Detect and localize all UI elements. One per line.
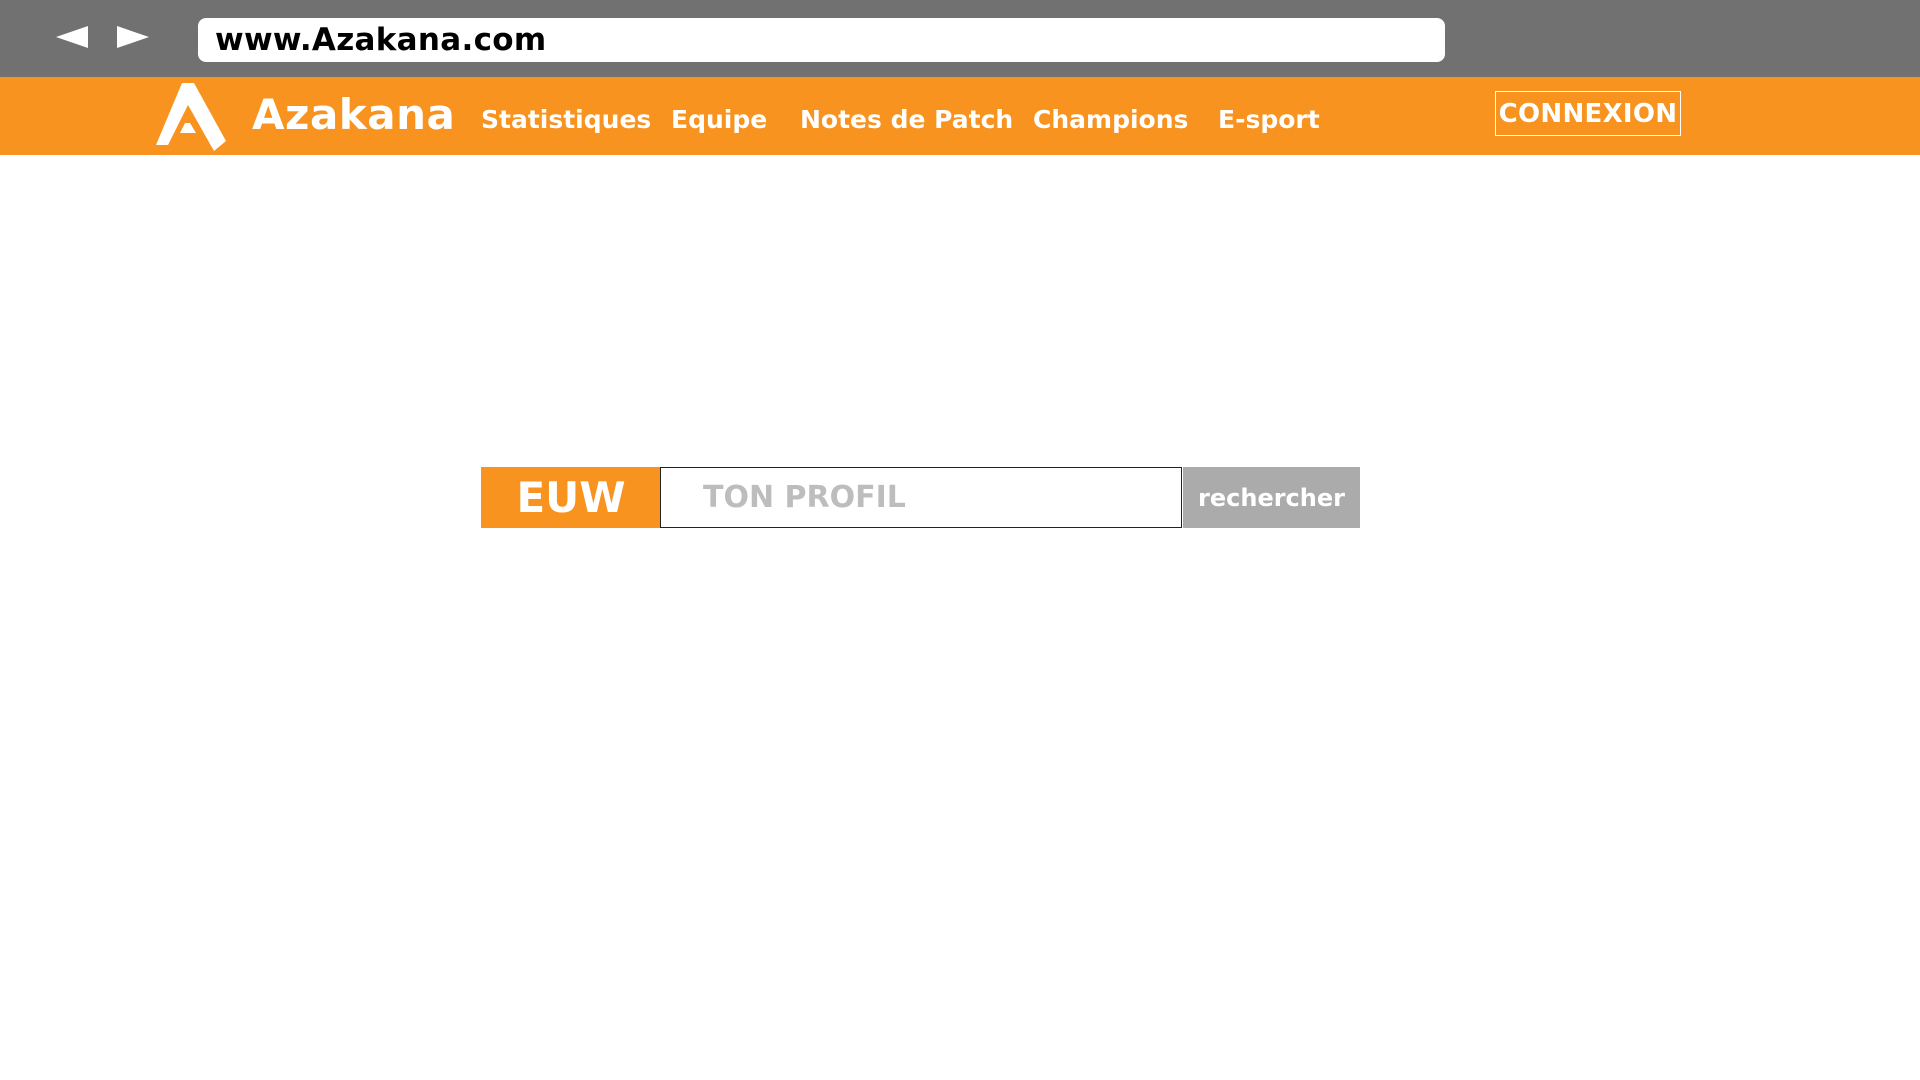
- address-bar[interactable]: www.Azakana.com: [198, 18, 1445, 62]
- back-arrow-icon[interactable]: [56, 26, 88, 48]
- region-selector[interactable]: EUW: [481, 467, 661, 528]
- forward-arrow-icon[interactable]: [117, 26, 149, 48]
- login-button[interactable]: CONNEXION: [1495, 91, 1681, 136]
- nav-link-statistiques[interactable]: Statistiques: [481, 105, 651, 134]
- nav-link-notes-de-patch[interactable]: Notes de Patch: [800, 105, 1013, 134]
- profile-search-input[interactable]: [660, 467, 1182, 528]
- url-text: www.Azakana.com: [215, 22, 547, 58]
- azakana-logo-icon[interactable]: [156, 83, 226, 151]
- nav-link-equipe[interactable]: Equipe: [671, 105, 767, 134]
- browser-toolbar: www.Azakana.com: [0, 0, 1920, 77]
- nav-link-champions[interactable]: Champions: [1033, 105, 1188, 134]
- nav-link-e-sport[interactable]: E-sport: [1218, 105, 1320, 134]
- search-button[interactable]: rechercher: [1183, 467, 1360, 528]
- site-header: Azakana Statistiques Equipe Notes de Pat…: [0, 77, 1920, 155]
- brand-name[interactable]: Azakana: [252, 90, 455, 139]
